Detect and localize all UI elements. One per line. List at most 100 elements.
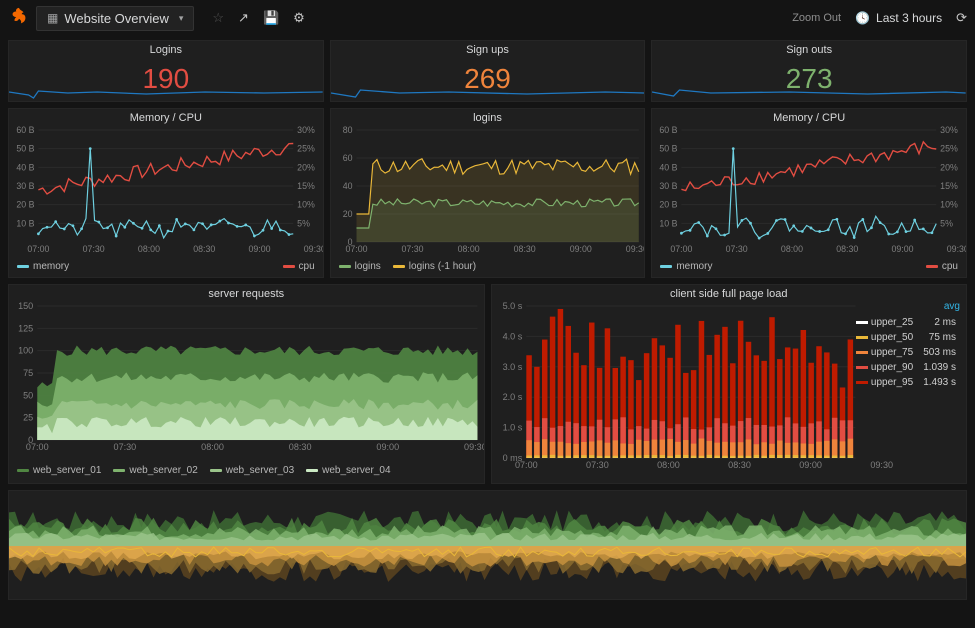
svg-text:25: 25 xyxy=(23,413,33,423)
grafana-logo[interactable] xyxy=(8,6,30,31)
svg-text:100: 100 xyxy=(18,346,33,356)
time-range-label: Last 3 hours xyxy=(876,11,942,25)
svg-text:50 B: 50 B xyxy=(660,144,678,154)
panel-title: server requests xyxy=(9,285,484,300)
svg-text:50: 50 xyxy=(23,390,33,400)
share-icon[interactable]: ↗ xyxy=(238,10,249,26)
svg-text:40 B: 40 B xyxy=(16,162,34,172)
svg-text:08:30: 08:30 xyxy=(513,244,535,254)
svg-text:09:00: 09:00 xyxy=(892,244,914,254)
panel-signouts[interactable]: Sign outs 273 xyxy=(651,40,967,102)
dashboard-picker[interactable]: ▦ Website Overview ▾ xyxy=(36,6,194,31)
svg-text:09:30: 09:30 xyxy=(464,442,483,452)
svg-text:25%: 25% xyxy=(297,144,315,154)
svg-text:08:30: 08:30 xyxy=(193,244,215,254)
svg-text:08:30: 08:30 xyxy=(837,244,859,254)
svg-text:07:30: 07:30 xyxy=(586,460,609,470)
svg-text:08:00: 08:00 xyxy=(457,244,479,254)
svg-text:07:00: 07:00 xyxy=(514,460,537,470)
grid-icon: ▦ xyxy=(47,11,58,25)
chevron-down-icon: ▾ xyxy=(179,13,184,24)
gear-icon[interactable]: ⚙ xyxy=(293,10,305,26)
svg-text:15%: 15% xyxy=(940,181,958,191)
svg-text:09:00: 09:00 xyxy=(799,460,822,470)
panel-memory-cpu-1[interactable]: Memory / CPU 10 B5%20 B10%30 B15%40 B20%… xyxy=(8,108,324,278)
panel-logins-graph[interactable]: logins 02040608007:0007:3008:0008:3009:0… xyxy=(330,108,646,278)
svg-text:08:30: 08:30 xyxy=(728,460,751,470)
svg-text:10 B: 10 B xyxy=(660,218,678,228)
panel-page-load[interactable]: client side full page load 0 ms1.0 s2.0 … xyxy=(491,284,968,484)
svg-text:5%: 5% xyxy=(940,218,953,228)
svg-text:08:00: 08:00 xyxy=(201,442,224,452)
svg-text:40 B: 40 B xyxy=(660,162,678,172)
svg-text:60 B: 60 B xyxy=(16,125,34,135)
svg-text:40: 40 xyxy=(342,181,352,191)
svg-text:30%: 30% xyxy=(297,125,315,135)
panel-server-requests[interactable]: server requests 025507510012515007:0007:… xyxy=(8,284,485,484)
side-legend: avg upper_252 msupper_5075 msupper_75503… xyxy=(850,301,962,391)
svg-text:60 B: 60 B xyxy=(660,125,678,135)
svg-text:07:00: 07:00 xyxy=(671,244,693,254)
svg-text:07:30: 07:30 xyxy=(726,244,748,254)
svg-text:1.0 s: 1.0 s xyxy=(502,423,522,433)
legend: logins logins (-1 hour) xyxy=(331,259,645,275)
navbar: ▦ Website Overview ▾ ☆ ↗ 💾 ⚙ Zoom Out 🕓 … xyxy=(0,0,975,36)
panel-logins[interactable]: Logins 190 xyxy=(8,40,324,102)
svg-text:5.0 s: 5.0 s xyxy=(502,301,522,311)
svg-text:10%: 10% xyxy=(940,200,958,210)
svg-text:08:00: 08:00 xyxy=(781,244,803,254)
svg-text:08:00: 08:00 xyxy=(138,244,160,254)
svg-text:07:30: 07:30 xyxy=(401,244,423,254)
panel-overview-strip[interactable] xyxy=(8,490,967,600)
row-bottom xyxy=(8,490,967,600)
svg-text:09:30: 09:30 xyxy=(870,460,893,470)
svg-text:20%: 20% xyxy=(297,162,315,172)
panel-title: Logins xyxy=(9,41,323,56)
legend: memory cpu xyxy=(9,259,323,275)
svg-text:30 B: 30 B xyxy=(660,181,678,191)
svg-text:125: 125 xyxy=(18,323,33,333)
svg-text:08:00: 08:00 xyxy=(657,460,680,470)
svg-text:09:00: 09:00 xyxy=(569,244,591,254)
svg-text:60: 60 xyxy=(342,153,352,163)
svg-text:07:30: 07:30 xyxy=(83,244,105,254)
panel-signups[interactable]: Sign ups 269 xyxy=(330,40,646,102)
row-singlestats: Logins 190 Sign ups 269 Sign outs 273 xyxy=(8,40,967,102)
svg-text:10%: 10% xyxy=(297,200,315,210)
legend: web_server_01 web_server_02 web_server_0… xyxy=(9,463,484,479)
svg-text:4.0 s: 4.0 s xyxy=(502,331,522,341)
svg-text:07:00: 07:00 xyxy=(27,244,49,254)
panel-title: Memory / CPU xyxy=(9,109,323,124)
svg-text:20: 20 xyxy=(342,209,352,219)
svg-text:25%: 25% xyxy=(940,144,958,154)
refresh-icon[interactable]: ⟳ xyxy=(956,10,967,26)
svg-text:150: 150 xyxy=(18,301,33,311)
clock-icon: 🕓 xyxy=(855,11,870,25)
svg-text:09:00: 09:00 xyxy=(376,442,399,452)
svg-text:09:30: 09:30 xyxy=(625,244,644,254)
panel-title: client side full page load xyxy=(492,285,967,300)
svg-text:30%: 30% xyxy=(940,125,958,135)
svg-text:07:30: 07:30 xyxy=(114,442,137,452)
panel-title: Sign ups xyxy=(331,41,645,56)
svg-text:20%: 20% xyxy=(940,162,958,172)
svg-text:09:30: 09:30 xyxy=(947,244,966,254)
svg-text:20 B: 20 B xyxy=(16,200,34,210)
save-icon[interactable]: 💾 xyxy=(263,10,279,26)
svg-text:10 B: 10 B xyxy=(16,218,34,228)
svg-text:3.0 s: 3.0 s xyxy=(502,362,522,372)
row-graphs-mid: server requests 025507510012515007:0007:… xyxy=(8,284,967,484)
star-icon[interactable]: ☆ xyxy=(212,10,224,26)
svg-text:75: 75 xyxy=(23,368,33,378)
panel-memory-cpu-2[interactable]: Memory / CPU 10 B5%20 B10%30 B15%40 B20%… xyxy=(651,108,967,278)
svg-text:09:00: 09:00 xyxy=(248,244,270,254)
svg-text:5%: 5% xyxy=(297,218,310,228)
zoom-out-button[interactable]: Zoom Out xyxy=(792,12,841,24)
dashboard-name: Website Overview xyxy=(64,11,169,26)
svg-text:07:00: 07:00 xyxy=(26,442,49,452)
svg-text:50 B: 50 B xyxy=(16,144,34,154)
legend: memory cpu xyxy=(652,259,966,275)
svg-text:09:30: 09:30 xyxy=(304,244,323,254)
svg-text:15%: 15% xyxy=(297,181,315,191)
time-picker[interactable]: 🕓 Last 3 hours xyxy=(855,11,942,25)
